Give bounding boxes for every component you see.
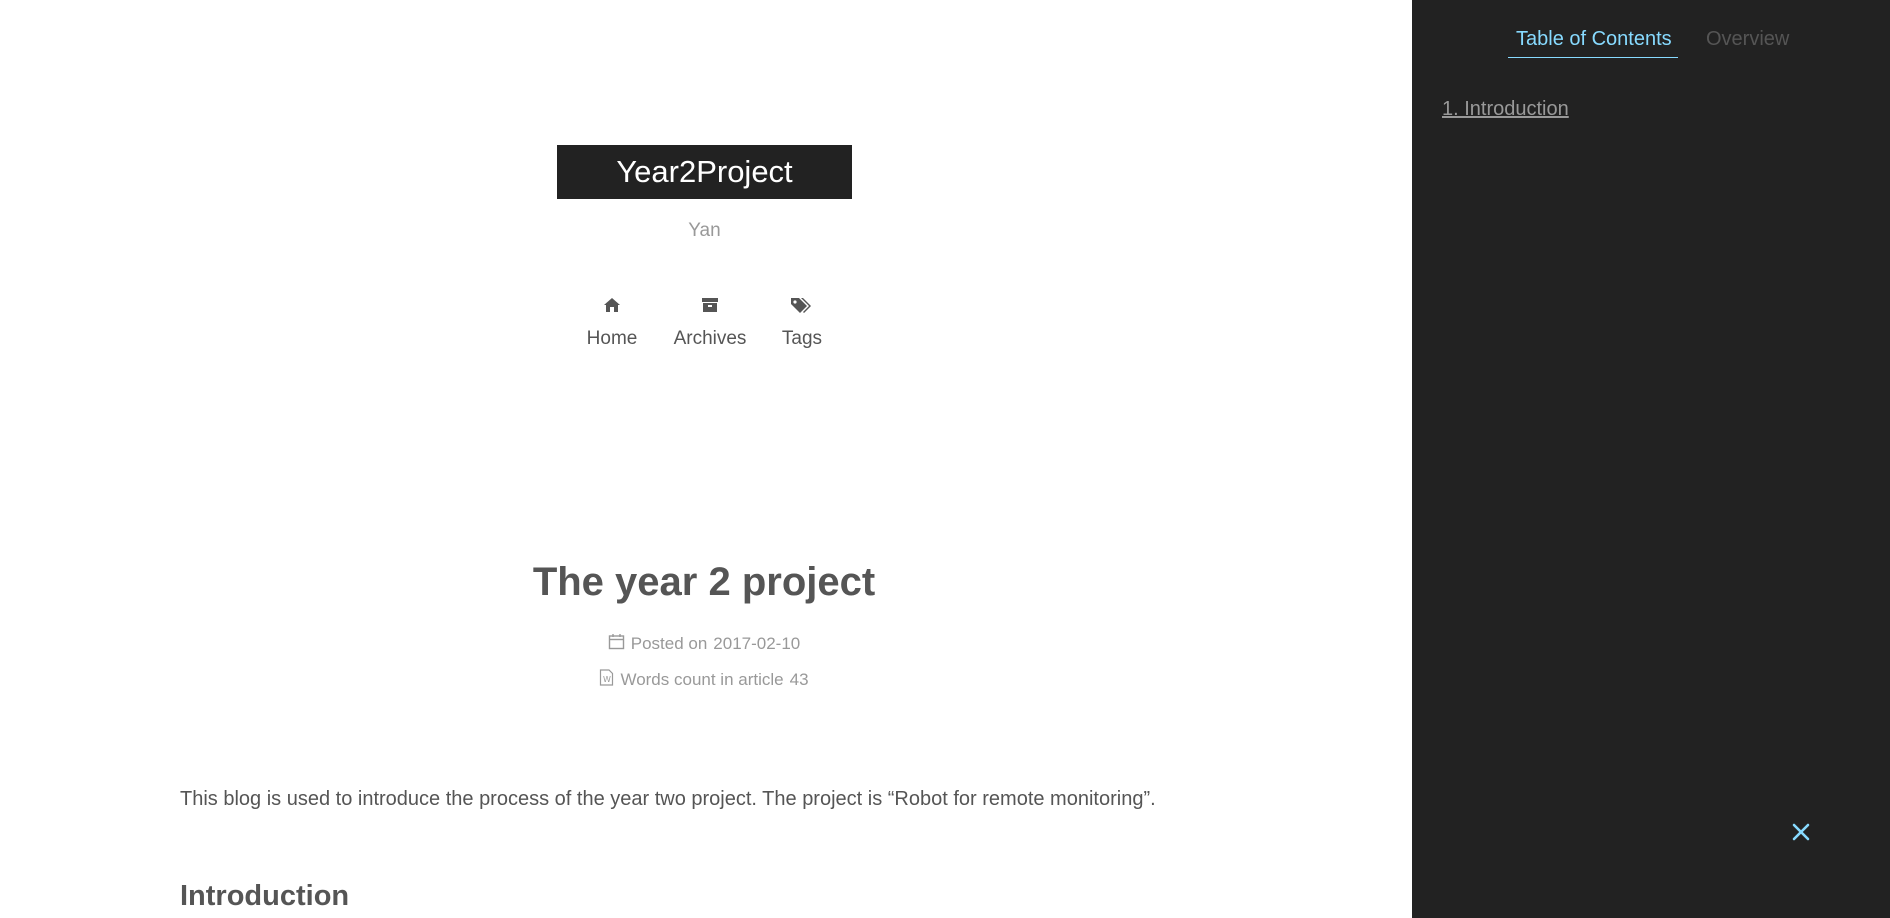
nav-item-label: Home (586, 328, 638, 349)
post-date-row: Posted on 2017-02-10 (400, 626, 1008, 662)
site-subtitle: Yan (688, 220, 721, 241)
post-wordcount-row: W Words count in article 43 (400, 662, 1008, 698)
tab-overview[interactable]: Overview (1706, 28, 1789, 57)
posted-label: Posted on (630, 634, 708, 653)
post-body: This blog is used to introduce the proce… (180, 788, 1280, 811)
words-count: 43 (789, 670, 809, 689)
toc-item-introduction[interactable]: 1. Introduction (1442, 98, 1569, 120)
nav-item-label: Tags (781, 328, 823, 349)
archive-icon (670, 296, 750, 322)
tags-icon (777, 296, 827, 322)
main-content: Year2Project Yan Home Archives Tags The … (0, 0, 1412, 918)
nav-item-home[interactable]: Home (585, 296, 639, 350)
home-icon (585, 296, 639, 322)
tab-table-of-contents[interactable]: Table of Contents (1508, 28, 1678, 58)
post-meta: Posted on 2017-02-10 W Words count in ar… (400, 626, 1008, 698)
nav-item-tags[interactable]: Tags (777, 296, 827, 350)
svg-text:W: W (603, 675, 611, 684)
sidebar-tabs: Table of Contents Overview (1412, 28, 1890, 68)
nav-item-archives[interactable]: Archives (670, 296, 750, 350)
close-sidebar-button[interactable] (1788, 819, 1814, 845)
site-nav: Home Archives Tags (570, 296, 840, 366)
calendar-icon (608, 633, 625, 655)
section-heading-introduction: Introduction (180, 880, 350, 912)
posted-date: 2017-02-10 (713, 634, 801, 653)
close-icon (1792, 823, 1810, 841)
toc-list: 1. Introduction (1442, 98, 1569, 121)
post-title: The year 2 project (532, 560, 876, 604)
words-label: Words count in article (620, 670, 784, 689)
site-title[interactable]: Year2Project (557, 145, 852, 199)
intro-paragraph: This blog is used to introduce the proce… (180, 788, 1156, 810)
sidebar: Table of Contents Overview 1. Introducti… (1412, 0, 1890, 918)
word-file-icon: W (599, 669, 614, 691)
nav-item-label: Archives (673, 328, 747, 349)
